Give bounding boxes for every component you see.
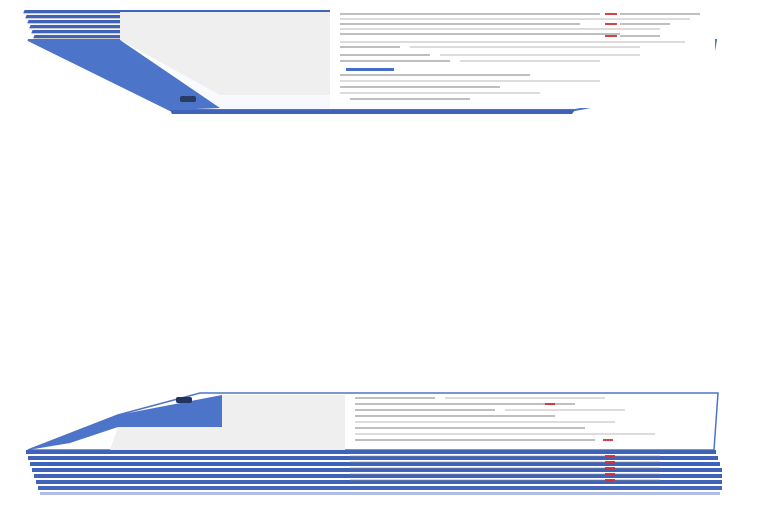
bottom-edge-text xyxy=(340,455,720,491)
bottom-page-stack xyxy=(0,385,757,509)
top-page-content xyxy=(330,10,715,108)
logo-icon xyxy=(176,397,192,403)
top-page-stack xyxy=(0,0,757,120)
bottom-page-content xyxy=(345,393,715,450)
logo-icon xyxy=(180,96,196,102)
